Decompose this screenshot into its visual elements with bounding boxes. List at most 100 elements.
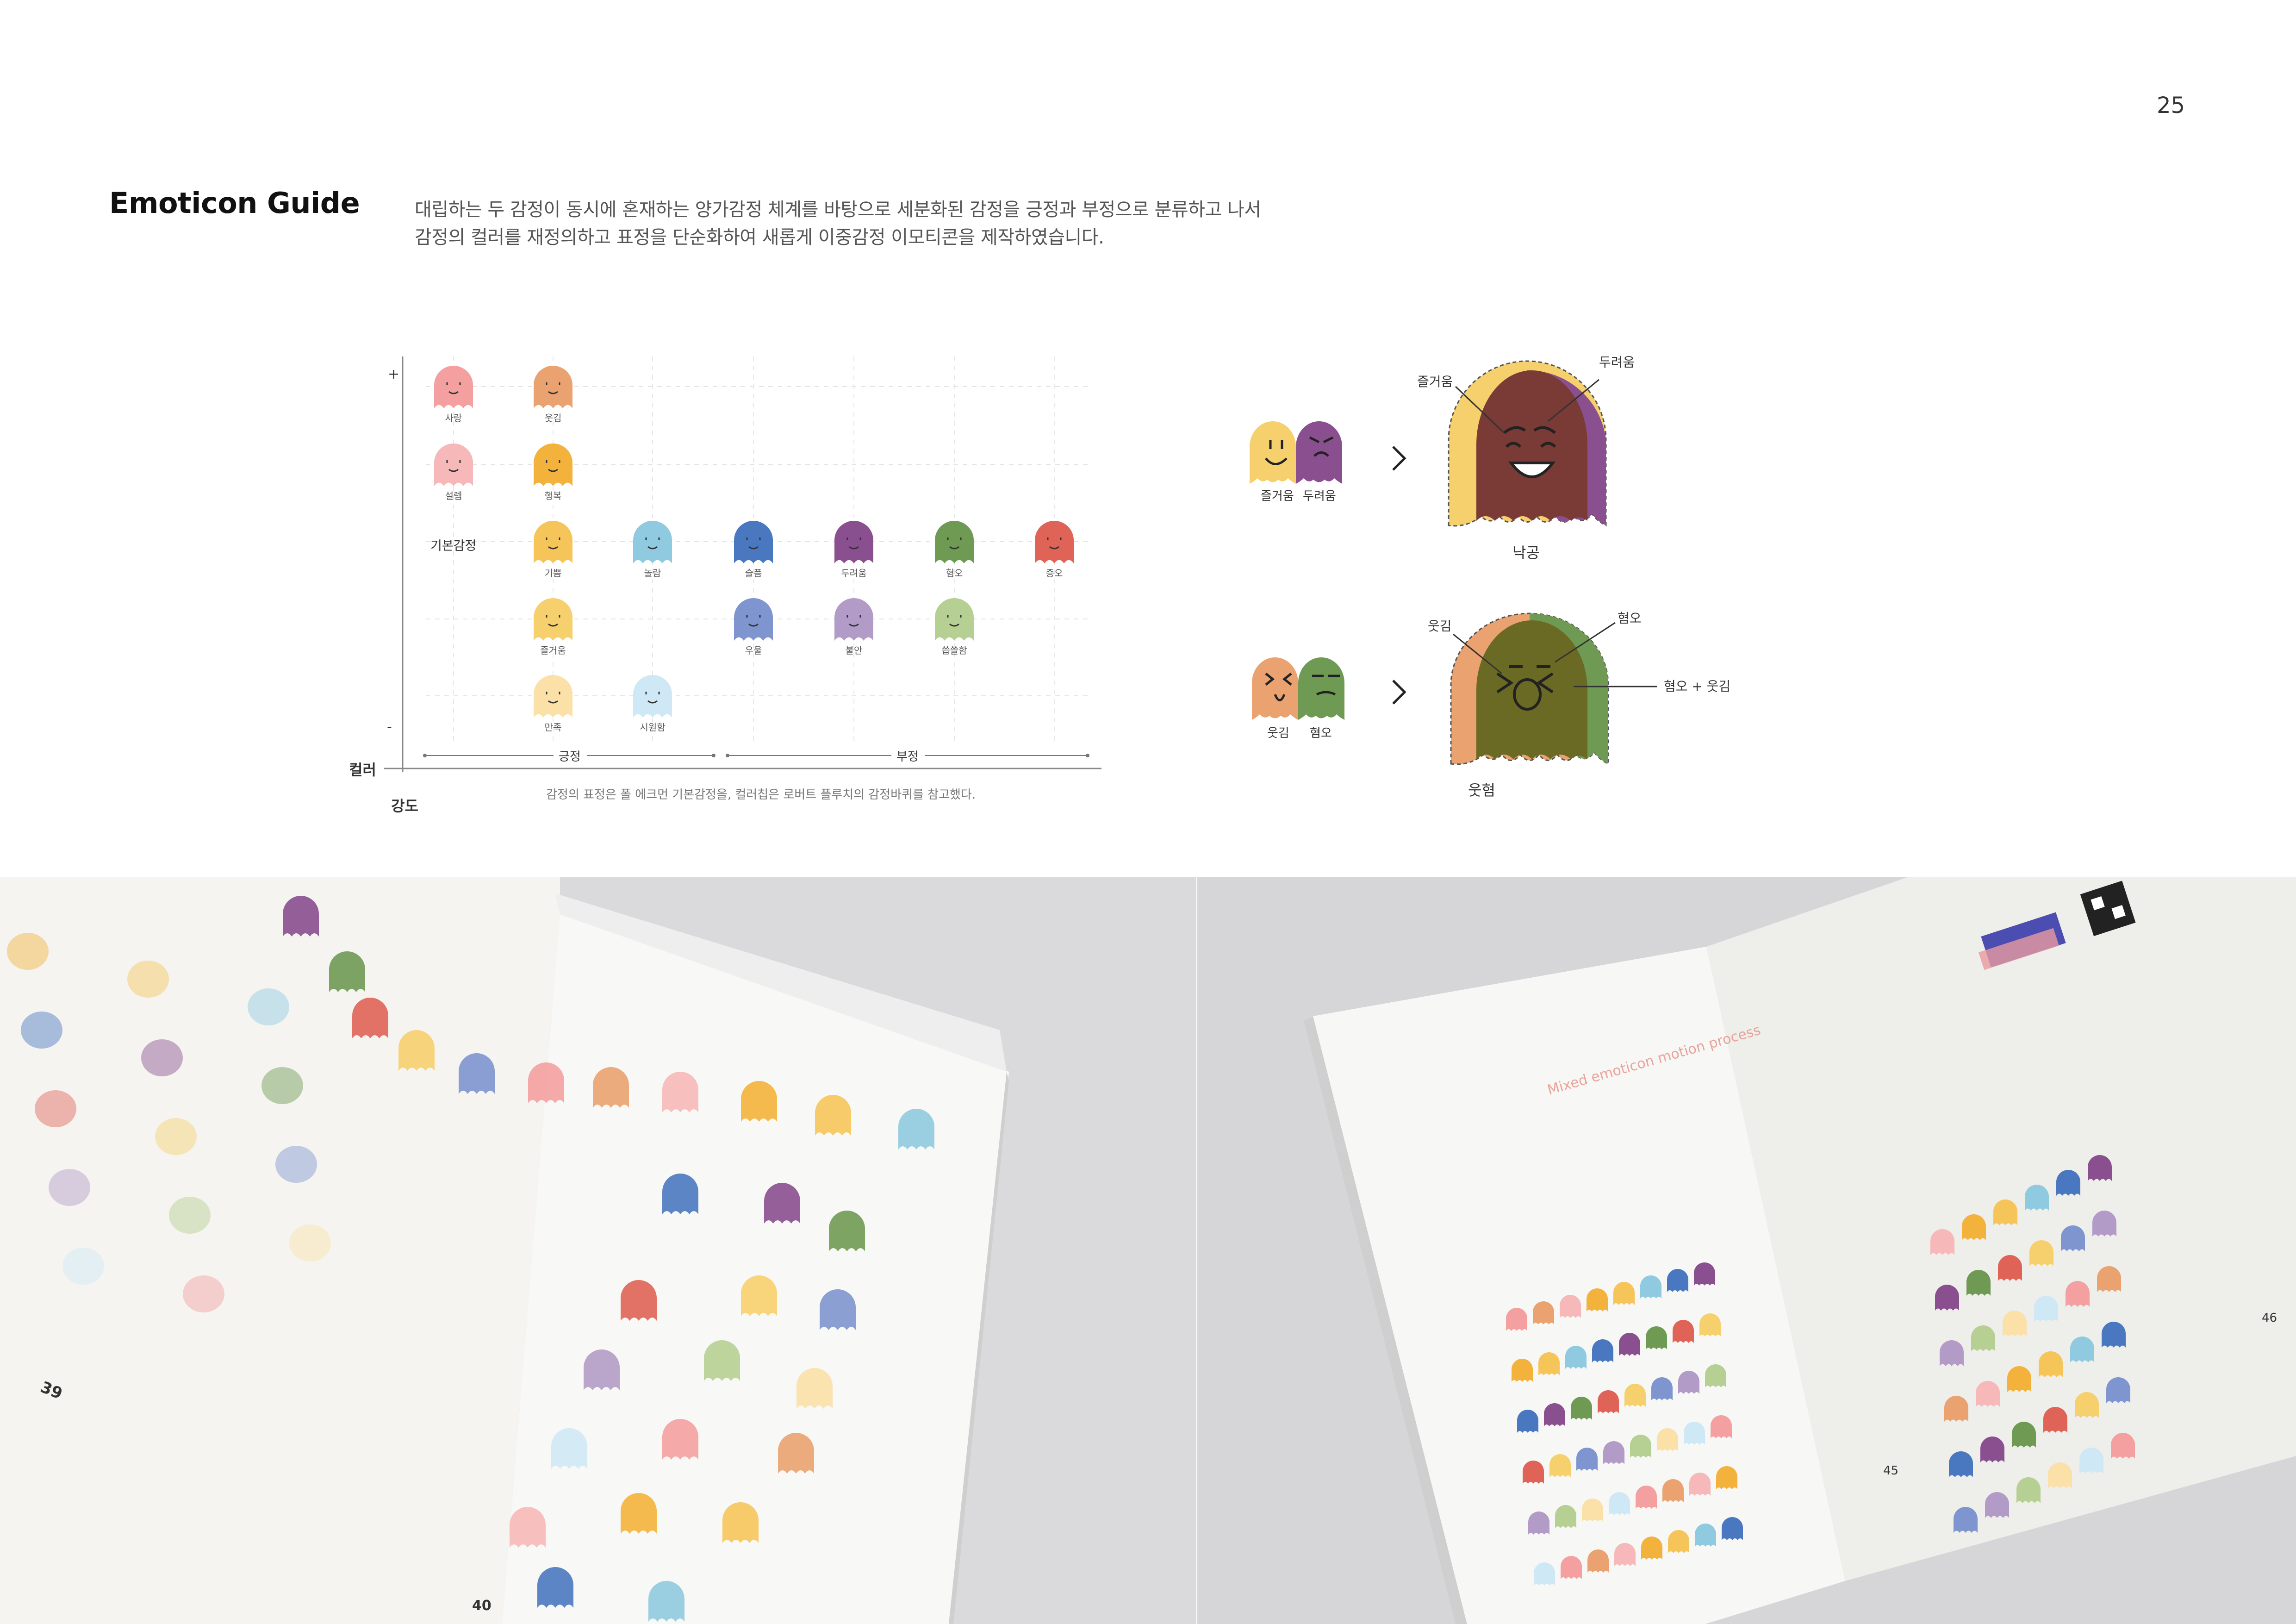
book-emoticon-icon: [2111, 1433, 2135, 1459]
book-mockup-left: 39 40: [0, 877, 1196, 1624]
book-face-icon: [275, 1146, 317, 1183]
book-emoticon-icon: [2066, 1281, 2090, 1307]
book-face-icon: [7, 933, 49, 970]
book-emoticon-icon: [1603, 1441, 1624, 1464]
book-emoticon-icon: [1544, 1403, 1565, 1426]
book-face-icon: [21, 1012, 62, 1049]
book-emoticon-icon: [352, 998, 388, 1038]
book-emoticon-icon: [1998, 1255, 2022, 1281]
callout-left-1: 즐거움: [1417, 374, 1453, 389]
book-emoticon-icon: [1523, 1461, 1544, 1484]
book-emoticon-icon: [1980, 1437, 2004, 1462]
book-emoticon-icon: [2039, 1351, 2063, 1377]
mixed-ghost-2: [1450, 612, 1609, 765]
book-emoticon-icon: [2016, 1477, 2041, 1503]
book-emoticon-icon: [398, 1030, 435, 1071]
right-book-page-left: 45: [1883, 1464, 1898, 1478]
book-emoticon-icon: [1640, 1275, 1661, 1299]
book-face-icon: [169, 1197, 211, 1234]
book-face-icon: [261, 1067, 303, 1104]
book-emoticon-icon: [1609, 1492, 1630, 1515]
book-face-icon: [141, 1039, 183, 1076]
right-book-page-right: 46: [2262, 1311, 2277, 1325]
callout-left-2: 웃김: [1428, 618, 1452, 634]
book-emoticon-icon: [741, 1275, 777, 1316]
book-emoticon-icon: [1971, 1325, 1995, 1351]
book-emoticon-icon: [1935, 1285, 1959, 1311]
book-emoticon-icon: [537, 1567, 573, 1608]
book-emoticon-icon: [2092, 1211, 2116, 1237]
source-label-left-1: 즐거움: [1261, 489, 1294, 503]
book-emoticon-icon: [1533, 1301, 1554, 1324]
book-emoticon-icon: [898, 1109, 934, 1149]
book-right-illustration: Mixed emoticon motion process 45 46: [1304, 877, 2296, 1624]
book-emoticon-icon: [662, 1174, 698, 1214]
callout-right-1: 두려움: [1599, 355, 1635, 370]
book-emoticon-icon: [528, 1062, 564, 1103]
book-emoticon-icon: [1561, 1556, 1582, 1579]
book-emoticon-icon: [1619, 1333, 1640, 1356]
book-emoticon-icon: [2012, 1422, 2036, 1448]
book-emoticon-icon: [2075, 1392, 2099, 1418]
book-emoticon-icon: [1587, 1288, 1608, 1312]
book-mockup-right: Mixed emoticon motion process 45 46: [1197, 877, 2296, 1624]
book-emoticon-icon: [2061, 1225, 2085, 1251]
source-ghost-left-1: [1250, 421, 1296, 484]
book-emoticon-icon: [1976, 1381, 2000, 1407]
book-emoticon-icon: [459, 1053, 495, 1094]
book-emoticon-icon: [820, 1289, 856, 1330]
book-emoticon-icon: [778, 1433, 814, 1474]
book-emoticon-icon: [1538, 1352, 1560, 1375]
book-emoticon-icon: [1962, 1214, 1986, 1240]
chevron-right-icon: [1392, 680, 1406, 705]
book-emoticon-icon: [1549, 1454, 1571, 1477]
book-emoticon-icon: [1565, 1346, 1587, 1369]
book-face-icon: [155, 1118, 197, 1155]
book-emoticon-icon: [1512, 1359, 1533, 1382]
book-emoticon-icon: [1662, 1479, 1684, 1502]
book-emoticon-icon: [1684, 1422, 1705, 1445]
book-emoticon-icon: [2034, 1296, 2058, 1322]
book-face-icon: [248, 988, 289, 1025]
mix-example-1: 즐거움 두려움 즐거움 두려움 낙공: [1250, 355, 1635, 562]
book-emoticon-icon: [704, 1340, 740, 1381]
source-ghost-right-2: [1298, 657, 1344, 720]
book-emoticon-icon: [1576, 1448, 1598, 1471]
book-emoticon-icon: [1985, 1492, 2009, 1518]
book-emoticon-icon: [796, 1368, 833, 1409]
book-emoticon-icon: [764, 1183, 800, 1224]
book-emoticon-icon: [2007, 1366, 2031, 1392]
book-emoticon-icon: [510, 1507, 546, 1548]
book-emoticon-icon: [1614, 1543, 1636, 1566]
book-emoticon-icon: [1944, 1396, 1968, 1422]
book-emoticon-icon: [829, 1211, 865, 1251]
book-emoticon-icon: [1695, 1524, 1716, 1547]
book-emoticon-icon: [1940, 1340, 1964, 1366]
book-face-icon: [35, 1090, 76, 1127]
left-book-page-right: 40: [472, 1598, 492, 1614]
book-emoticon-icon: [1571, 1397, 1592, 1420]
book-emoticon-icon: [2088, 1155, 2112, 1181]
chevron-right-icon: [1392, 446, 1406, 471]
book-emoticon-icon: [1705, 1364, 1726, 1387]
book-emoticon-icon: [1667, 1269, 1688, 1292]
book-emoticon-icon: [621, 1280, 657, 1321]
book-emoticon-icon: [2003, 1311, 2027, 1337]
mix-diagram: 즐거움 두려움 즐거움 두려움 낙공 웃김 혐오 웃김 혐오 혐오 + 웃김 웃…: [1250, 355, 1730, 799]
book-emoticon-icon: [1582, 1499, 1603, 1522]
book-emoticon-icon: [593, 1067, 629, 1108]
book-emoticon-icon: [551, 1428, 587, 1469]
book-face-icon: [62, 1248, 104, 1285]
book-emoticon-icon: [1657, 1428, 1678, 1451]
book-emoticon-icon: [2102, 1322, 2126, 1348]
book-left-illustration: 39 40: [0, 877, 1009, 1624]
book-emoticon-icon: [722, 1502, 759, 1543]
book-emoticon-icon: [1699, 1313, 1721, 1337]
book-emoticon-icon: [2070, 1337, 2094, 1362]
mix-example-2: 웃김 혐오 웃김 혐오 혐오 + 웃김 웃혐: [1252, 611, 1730, 799]
book-emoticon-icon: [1966, 1270, 1991, 1296]
mixed-ghost-1: [1448, 360, 1607, 527]
book-emoticon-icon: [1630, 1435, 1651, 1458]
book-emoticon-icon: [815, 1095, 851, 1136]
book-emoticon-icon: [2025, 1185, 2049, 1211]
